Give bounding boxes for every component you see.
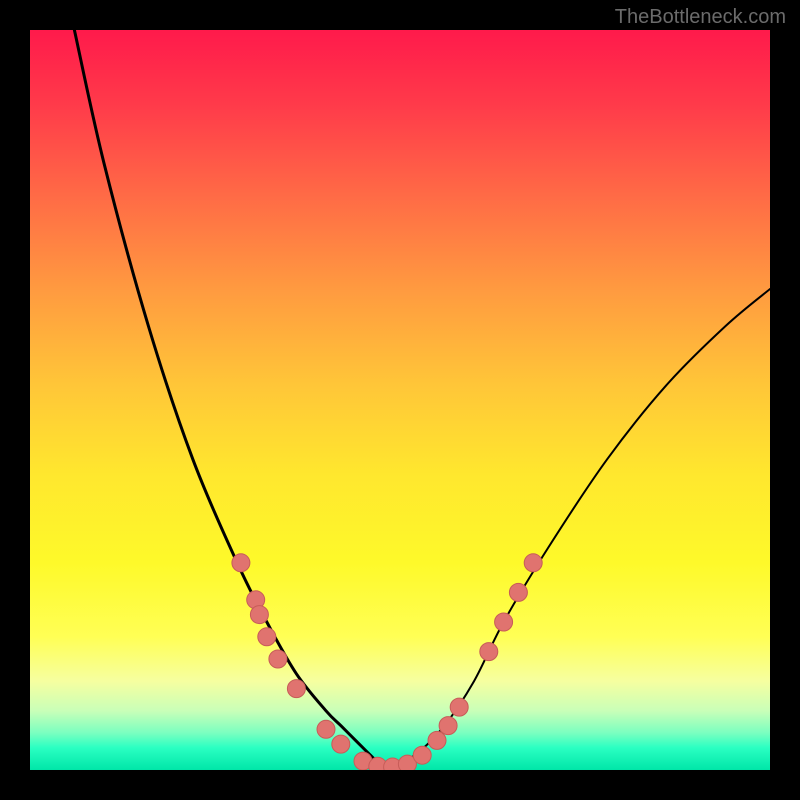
data-marker	[232, 554, 250, 572]
data-marker	[439, 717, 457, 735]
data-marker	[317, 720, 335, 738]
data-marker	[480, 643, 498, 661]
data-marker	[524, 554, 542, 572]
data-marker	[428, 731, 446, 749]
watermark-text: TheBottleneck.com	[615, 6, 786, 29]
data-marker	[250, 606, 268, 624]
curve-right-branch	[385, 289, 770, 770]
plot-area	[30, 30, 770, 770]
data-marker	[495, 613, 513, 631]
data-marker	[450, 698, 468, 716]
data-marker	[287, 680, 305, 698]
bottleneck-curve	[30, 30, 770, 770]
data-marker	[269, 650, 287, 668]
chart-stage: TheBottleneck.com	[0, 0, 800, 800]
data-marker	[509, 583, 527, 601]
data-marker	[332, 735, 350, 753]
curve-left-branch	[74, 30, 385, 770]
data-marker	[413, 746, 431, 764]
data-marker	[258, 628, 276, 646]
